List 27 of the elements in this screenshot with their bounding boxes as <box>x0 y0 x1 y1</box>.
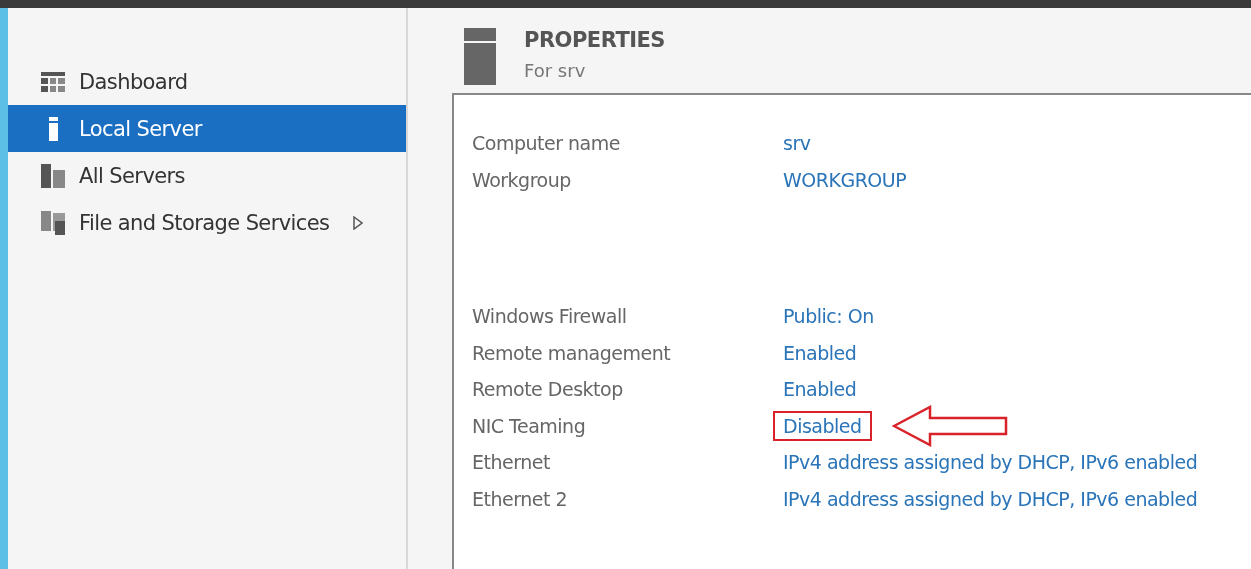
sidebar-item[interactable]: All Servers <box>8 152 406 199</box>
section-title: PROPERTIES <box>524 28 665 52</box>
property-label: Computer name <box>472 132 621 155</box>
arrow-icon <box>891 404 1008 447</box>
sidebar-item[interactable]: Dashboard <box>8 58 406 105</box>
property-label: Remote Desktop <box>472 378 624 401</box>
server-icon <box>464 28 496 85</box>
property-value[interactable]: IPv4 address assigned by DHCP, IPv6 enabled <box>773 483 1208 514</box>
property-label: Remote management <box>472 341 672 364</box>
storage-icon <box>41 210 65 235</box>
property-value[interactable]: Enabled <box>773 374 867 405</box>
property-label: Windows Firewall <box>472 305 628 328</box>
sidebar-item[interactable]: Local Server <box>8 105 406 152</box>
property-label: Workgroup <box>472 168 572 191</box>
servers-icon <box>41 163 65 188</box>
property-value[interactable]: Disabled <box>773 410 872 441</box>
grid-icon <box>41 71 65 92</box>
section-subtitle: For srv <box>524 60 587 81</box>
property-value[interactable]: Enabled <box>773 337 867 368</box>
property-label: Ethernet 2 <box>472 487 568 510</box>
property-value[interactable]: srv <box>773 128 821 159</box>
property-value[interactable]: IPv4 address assigned by DHCP, IPv6 enabled <box>773 447 1208 478</box>
property-label: NIC Teaming <box>472 414 587 437</box>
sidebar-item[interactable]: File and Storage Services <box>8 199 406 246</box>
property-value[interactable]: WORKGROUP <box>773 164 917 195</box>
property-label: Ethernet <box>472 451 551 474</box>
property-value[interactable]: Public: On <box>773 301 884 332</box>
